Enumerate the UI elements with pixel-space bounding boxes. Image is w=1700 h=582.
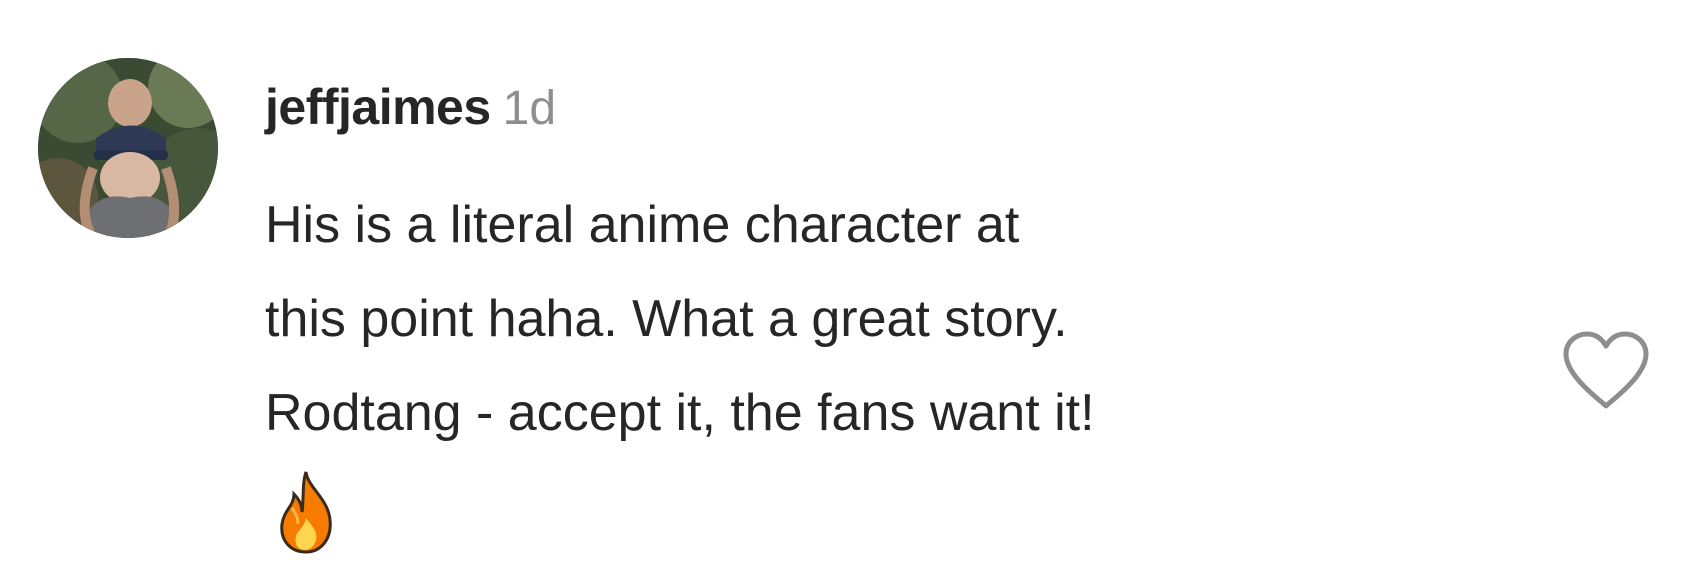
comment-text: His is a literal anime character at this… [265, 178, 1525, 460]
fire-emoji [272, 468, 340, 556]
comment-header: jeffjaimes 1d [265, 78, 556, 148]
comment-text-line: this point haha. What a great story. [265, 290, 1068, 348]
user-avatar[interactable] [38, 58, 218, 238]
username-link[interactable]: jeffjaimes [265, 79, 491, 135]
heart-outline-icon [1563, 331, 1649, 409]
timestamp[interactable]: 1d [503, 82, 556, 135]
comment-text-line: Rodtang - accept it, the fans want it! [265, 384, 1095, 442]
comment-text-line: His is a literal anime character at [265, 196, 1020, 254]
like-button[interactable] [1560, 328, 1652, 412]
comment-item: jeffjaimes 1d His is a literal anime char… [0, 0, 1700, 582]
avatar-image [38, 58, 218, 238]
